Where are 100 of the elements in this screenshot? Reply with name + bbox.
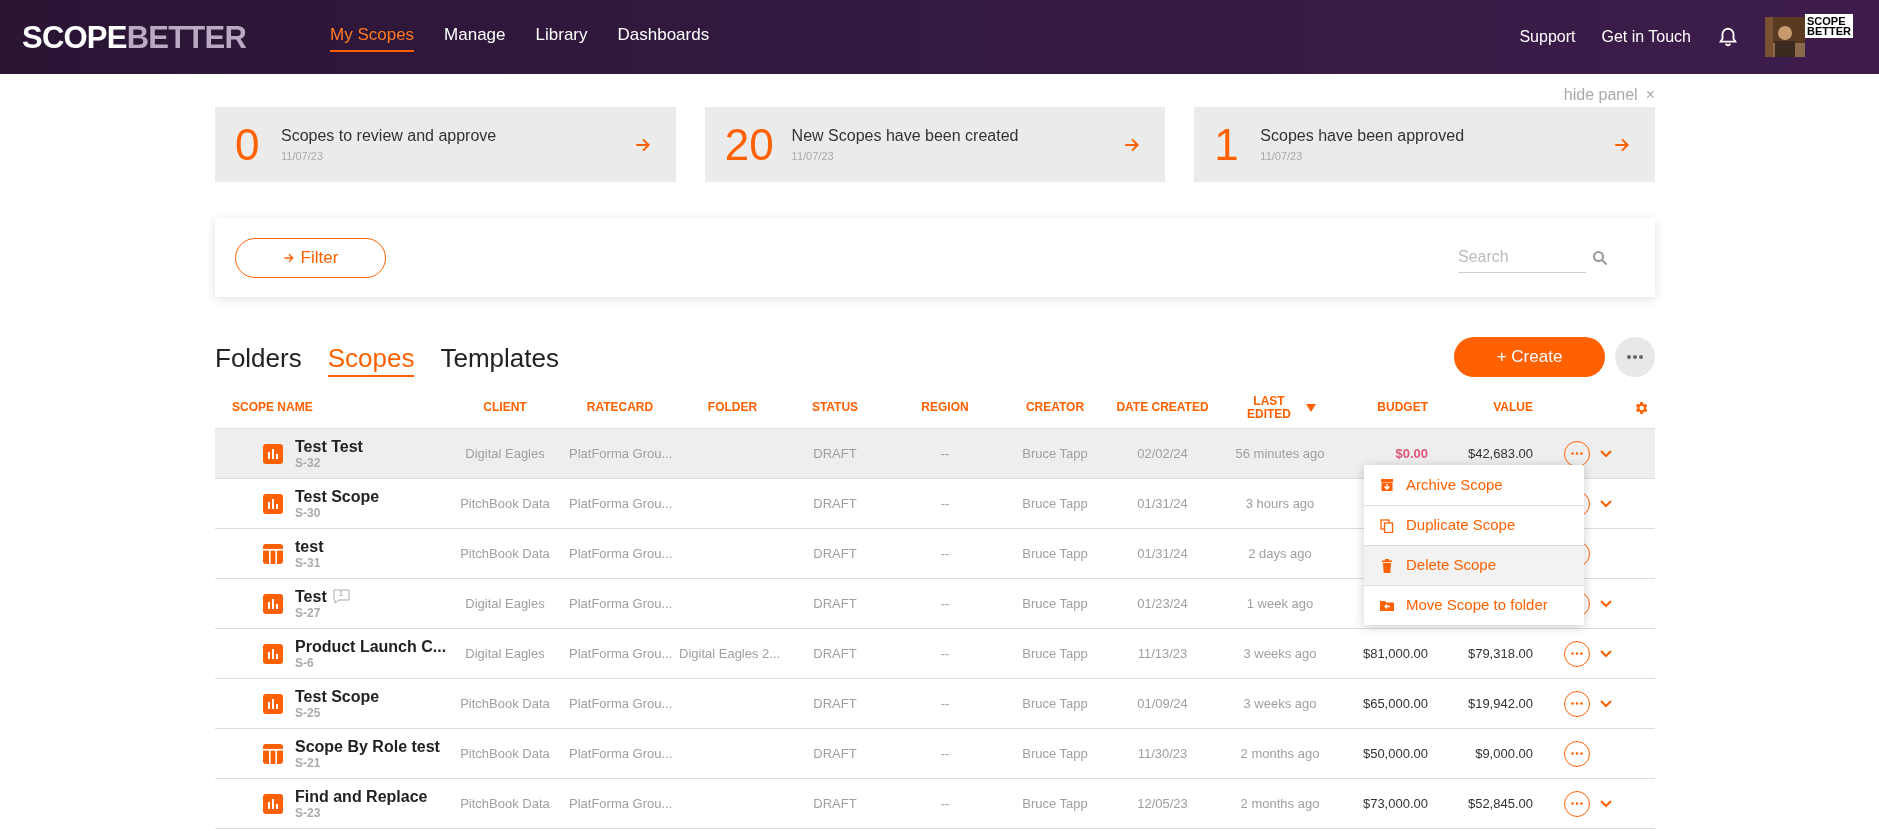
- scope-name[interactable]: Test: [295, 587, 327, 606]
- scope-code: S-30: [295, 505, 322, 520]
- table-cell-text: Bruce Tapp: [1022, 744, 1088, 763]
- table-cell-text: --: [940, 644, 950, 663]
- header-link[interactable]: Get in Touch: [1601, 25, 1691, 49]
- table-cell-text: Bruce Tapp: [1022, 644, 1088, 663]
- bar-chart-icon: [263, 493, 283, 514]
- table-cell-text: Digital Eagles: [465, 444, 545, 463]
- more-icon: [1571, 752, 1583, 755]
- summary-card[interactable]: 20 New Scopes have been created 11/07/23: [704, 107, 1166, 182]
- scope-code: S-21: [295, 755, 322, 770]
- table-icon: [263, 543, 283, 564]
- table-cell-text: --: [940, 594, 950, 613]
- table-cell-text: DRAFT: [813, 594, 857, 613]
- tab[interactable]: Folders: [215, 341, 302, 377]
- scope-code: S-6: [295, 655, 315, 670]
- table-cell-text: --: [940, 494, 950, 513]
- table-cell-text: $81,000.00: [1362, 644, 1428, 663]
- table-cell-text: PitchBook Data: [460, 544, 550, 563]
- arrow-right-icon: [282, 251, 295, 264]
- table-cell-text: 1 week ago: [1246, 594, 1314, 613]
- table-cell-text: $9,000.00: [1475, 744, 1533, 763]
- chevron-down-icon[interactable]: [1600, 499, 1612, 508]
- table-cell-text: 02/02/24: [1137, 444, 1188, 463]
- table-cell-text: Bruce Tapp: [1022, 444, 1088, 463]
- notification-bell-icon[interactable]: [1717, 25, 1739, 49]
- table-cell-text: 2 months ago: [1240, 744, 1320, 763]
- nav-link[interactable]: Dashboards: [617, 22, 710, 52]
- table-cell-text: Bruce Tapp: [1022, 544, 1088, 563]
- search-icon[interactable]: [1592, 249, 1608, 266]
- summary-card[interactable]: 0 Scopes to review and approve 11/07/23: [215, 107, 676, 182]
- scope-name[interactable]: Scope By Role test: [295, 737, 440, 756]
- table-cell-text: 12/05/23: [1137, 794, 1188, 813]
- table-cell-text: DRAFT: [813, 794, 857, 813]
- chevron-down-icon[interactable]: [1600, 799, 1612, 808]
- table-cell-text: PlatForma Grou...: [569, 444, 673, 463]
- scope-name[interactable]: Product Launch C...: [295, 637, 447, 656]
- more-icon: [1571, 702, 1583, 705]
- table-cell-text: $73,000.00: [1362, 794, 1428, 813]
- tab[interactable]: Templates: [440, 341, 559, 377]
- table-cell-text: 01/09/24: [1137, 694, 1188, 713]
- table-cell-text: $52,845.00: [1467, 794, 1533, 813]
- table-cell-text: Digital Eagles: [465, 594, 545, 613]
- table-cell-text: $42,683.00: [1467, 444, 1533, 463]
- scope-name[interactable]: Test Scope: [295, 487, 380, 506]
- summary-card[interactable]: 1 Scopes have been approved 11/07/23: [1194, 107, 1655, 182]
- table-cell-text: 56 minutes ago: [1235, 444, 1325, 463]
- search-field[interactable]: Search: [1458, 242, 1586, 273]
- table-cell-text: 01/23/24: [1137, 594, 1188, 613]
- chevron-down-icon[interactable]: [1600, 449, 1612, 458]
- nav-link[interactable]: Library: [535, 22, 588, 52]
- table-cell-text: Bruce Tapp: [1022, 694, 1088, 713]
- nav-link[interactable]: My Scopes: [330, 22, 415, 52]
- table-cell-text: Digital Eagles 2...: [679, 644, 781, 663]
- summary-date: 11/07/23: [1260, 149, 1304, 165]
- scope-name[interactable]: Find and Replace: [295, 787, 428, 806]
- summary-count: 0: [235, 122, 261, 167]
- scope-name[interactable]: Test Test: [295, 437, 363, 456]
- copy-icon: [1380, 518, 1394, 533]
- table-cell-text: --: [940, 694, 950, 713]
- nav-link[interactable]: Manage: [444, 22, 506, 52]
- header-link[interactable]: Support: [1519, 25, 1576, 49]
- table-cell-text: 11/30/23: [1137, 744, 1188, 763]
- sort-descending-icon[interactable]: [1306, 403, 1316, 412]
- table-cell-text: Digital Eagles: [465, 644, 545, 663]
- table-cell-text: $0.00: [1395, 444, 1428, 463]
- settings-icon[interactable]: [1633, 399, 1649, 416]
- table-cell-text: PlatForma Grou...: [569, 794, 673, 813]
- table-cell-text: 3 weeks ago: [1243, 644, 1317, 663]
- table-cell-text: Bruce Tapp: [1022, 794, 1088, 813]
- bar-chart-icon: [263, 443, 283, 464]
- more-icon: [1571, 652, 1583, 655]
- logo-text: SCOPE: [22, 21, 127, 53]
- table-cell-text: DRAFT: [813, 494, 857, 513]
- table-cell-text: --: [940, 444, 950, 463]
- summary-label: New Scopes have been created: [791, 126, 1020, 147]
- summary-date: 11/07/23: [791, 149, 835, 165]
- bar-chart-icon: [263, 693, 283, 714]
- table-row[interactable]: Test Test S-32 Digital Eagles PlatForma Grou... DRAFT -- Bruce Tapp 02/02/24 56 minutes ago $0.00 $42,683.00: [215, 429, 1655, 479]
- more-icon: [1627, 355, 1643, 359]
- chevron-down-icon[interactable]: [1600, 599, 1612, 608]
- scope-name[interactable]: test: [295, 537, 324, 556]
- summary-label: Scopes have been approved: [1260, 126, 1466, 147]
- scope-name[interactable]: Test Scope: [295, 687, 380, 706]
- table-cell-text: PitchBook Data: [460, 694, 550, 713]
- table-cell-text: 01/31/24: [1137, 544, 1188, 563]
- more-options-button[interactable]: [1615, 337, 1655, 377]
- summary-label: Scopes to review and approve: [281, 126, 498, 147]
- chevron-down-icon[interactable]: [1600, 699, 1612, 708]
- table-cell-text: PlatForma Grou...: [569, 594, 673, 613]
- table-cell-text: DRAFT: [813, 544, 857, 563]
- table-cell-text: PitchBook Data: [460, 494, 550, 513]
- chevron-down-icon[interactable]: [1600, 649, 1612, 658]
- table-cell-text: --: [940, 744, 950, 763]
- folder-icon: [1380, 598, 1394, 613]
- table-cell-text: $79,318.00: [1467, 644, 1533, 663]
- table-cell-text: PitchBook Data: [460, 794, 550, 813]
- trash-icon: [1380, 558, 1394, 573]
- summary-count: 20: [724, 122, 774, 167]
- table-cell-text: PitchBook Data: [460, 744, 550, 763]
